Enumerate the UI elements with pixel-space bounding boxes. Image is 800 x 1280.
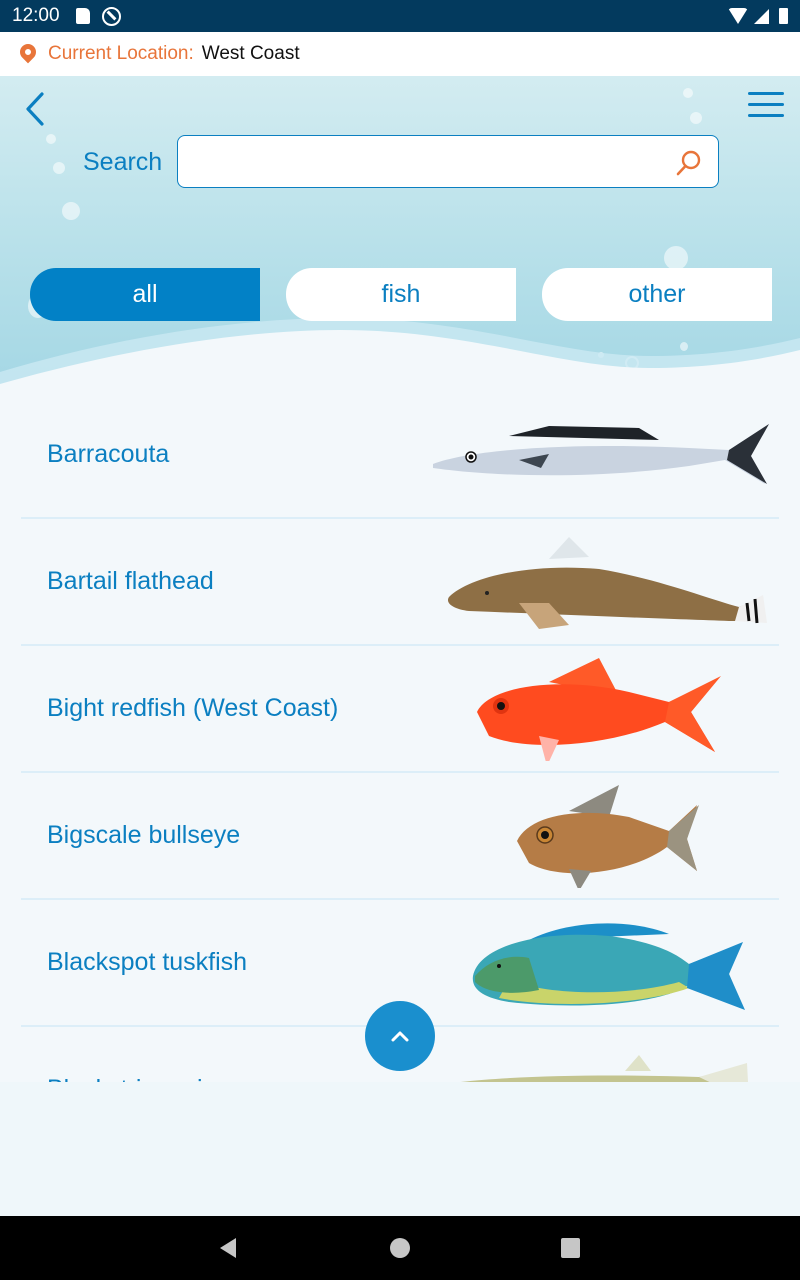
chevron-up-icon <box>391 1031 409 1042</box>
search-icon[interactable] <box>674 148 704 178</box>
search-box[interactable] <box>177 135 719 188</box>
filter-tab-all[interactable]: all <box>30 268 260 321</box>
search-input[interactable] <box>190 144 660 180</box>
bight-redfish-fish-illustration <box>477 658 721 761</box>
filter-tab-fish[interactable]: fish <box>286 268 516 321</box>
menu-button[interactable] <box>748 92 784 122</box>
blackstripe-minnow-fish-illustration <box>460 1055 748 1082</box>
bubble-decoration <box>690 112 702 124</box>
system-navigation-bar <box>0 1216 800 1280</box>
list-item[interactable]: Barracouta <box>21 392 779 519</box>
search-label: Search <box>83 148 163 176</box>
home-circle-icon[interactable] <box>390 1238 410 1258</box>
blackspot-tuskfish-fish-illustration <box>472 923 745 1010</box>
list-item[interactable]: Bigscale bullseye <box>21 773 779 900</box>
species-name: Bight redfish (West Coast) <box>47 694 339 722</box>
bubble-decoration <box>62 202 80 220</box>
filter-tab-label: other <box>628 280 686 308</box>
current-location-bar[interactable]: Current Location: West Coast <box>0 32 800 76</box>
bubble-decoration <box>46 134 56 144</box>
barracouta-fish-illustration <box>433 424 769 484</box>
bubble-decoration <box>683 88 693 98</box>
scroll-to-top-button[interactable] <box>365 1001 435 1071</box>
list-bottom-area <box>0 1082 800 1216</box>
species-name: Blackstripe minnow <box>47 1075 262 1082</box>
chevron-left-icon <box>26 92 44 126</box>
location-value: West Coast <box>201 43 300 64</box>
bubble-decoration <box>664 246 688 270</box>
species-name: Blackspot tuskfish <box>47 948 248 976</box>
back-triangle-icon[interactable] <box>220 1238 236 1258</box>
hamburger-menu-icon <box>748 103 784 106</box>
bigscale-bullseye-fish-illustration <box>517 785 699 888</box>
status-time: 12:00 <box>12 5 60 26</box>
battery-icon <box>779 8 788 24</box>
species-name: Barracouta <box>47 440 170 468</box>
filter-tab-label: all <box>132 280 158 308</box>
location-pin-icon <box>16 40 40 64</box>
back-button[interactable] <box>22 90 52 130</box>
wifi-icon <box>728 8 748 24</box>
species-name: Bartail flathead <box>47 567 214 595</box>
sync-disabled-icon <box>101 6 121 26</box>
bartail-flathead-fish-illustration <box>447 537 767 629</box>
list-item[interactable]: Bartail flathead <box>21 519 779 646</box>
bubble-decoration <box>53 162 65 174</box>
category-filter-tabs: all fish other <box>30 268 772 321</box>
header-banner: Search all fish other <box>0 76 800 406</box>
sd-card-icon <box>75 8 90 24</box>
species-list[interactable]: Barracouta Bartail flathead Bight redfis… <box>0 392 800 1082</box>
signal-icon <box>754 8 769 24</box>
location-label: Current Location: <box>48 43 194 64</box>
filter-tab-label: fish <box>381 280 421 308</box>
list-item[interactable]: Bight redfish (West Coast) <box>21 646 779 773</box>
hamburger-menu-icon <box>748 92 784 95</box>
species-name: Bigscale bullseye <box>47 821 241 849</box>
filter-tab-other[interactable]: other <box>542 268 772 321</box>
hamburger-menu-icon <box>748 114 784 117</box>
recents-square-icon[interactable] <box>561 1238 580 1258</box>
status-bar: 12:00 <box>0 0 800 32</box>
